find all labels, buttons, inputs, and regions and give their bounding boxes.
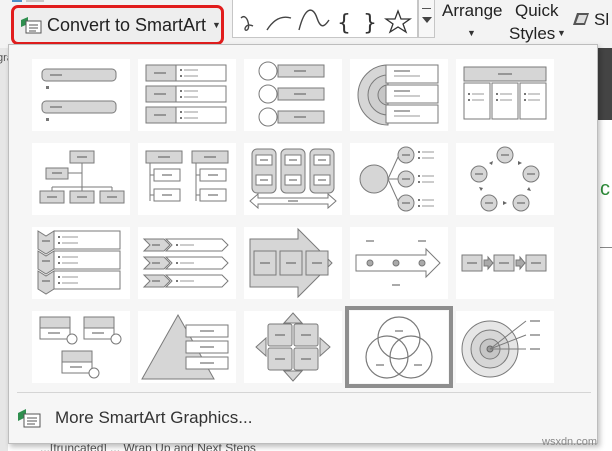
smartart-tile-vertical-tab-list[interactable] [244, 143, 342, 215]
svg-text:}: } [363, 11, 377, 36]
slide-image-fragment [598, 48, 612, 120]
quick-styles-button[interactable]: Quick [515, 1, 558, 21]
smartart-tile-vertical-bullet-list[interactable] [32, 59, 130, 131]
freeform-icon[interactable] [240, 16, 254, 31]
chevron-down-icon [422, 17, 432, 23]
left-brace-icon[interactable]: { [337, 11, 351, 36]
smartart-tile-organization-chart[interactable] [32, 143, 130, 215]
separator-icon [422, 8, 431, 9]
smartart-tile-matrix[interactable] [244, 311, 342, 383]
smartart-tile-horizontal-hierarchy-list[interactable] [138, 143, 236, 215]
convert-to-smartart-button[interactable]: Convert to SmartArt ▼ [11, 5, 224, 45]
shapes-more-button[interactable] [418, 0, 435, 38]
convert-to-smartart-label: Convert to SmartArt [47, 14, 207, 35]
arc-icon[interactable] [266, 16, 292, 31]
star-icon[interactable] [383, 9, 413, 34]
smartart-tile-basic-cycle[interactable] [456, 143, 554, 215]
svg-text:{: { [337, 11, 351, 36]
smartart-tile-vertical-chevron-list[interactable] [32, 227, 130, 299]
smartart-tile-basic-venn[interactable] [345, 306, 453, 388]
smartart-tile-vertical-circle-list[interactable] [244, 59, 342, 131]
smartart-tile-upward-arrow[interactable] [244, 227, 342, 299]
smartart-tile-basic-process[interactable] [456, 227, 554, 299]
smartart-tile-target[interactable] [456, 311, 554, 383]
ribbon: Convert to SmartArt ▼ { } Arrange ▼ Quic… [0, 0, 612, 48]
smartart-tile-timeline-arrow[interactable] [350, 227, 448, 299]
smartart-tile-horizontal-chevron-list[interactable] [138, 227, 236, 299]
smartart-tile-radial-list[interactable] [350, 143, 448, 215]
quick-styles-label-2: Styles [509, 24, 556, 43]
chevron-down-icon: ▼ [467, 28, 476, 38]
smartart-tile-vertical-box-list[interactable] [138, 59, 236, 131]
smartart-tile-pyramid-list[interactable] [138, 311, 236, 383]
arrange-button[interactable]: Arrange [442, 1, 502, 21]
right-brace-icon[interactable]: } [363, 11, 377, 36]
eraser-icon[interactable] [571, 10, 593, 28]
shapes-gallery[interactable]: { } [232, 0, 418, 38]
curve-icon[interactable] [298, 9, 330, 31]
more-smartart-graphics-label: More SmartArt Graphics... [55, 408, 253, 427]
watermark: wsxdn.com [542, 436, 598, 448]
smartart-tile-picture-list[interactable] [32, 311, 130, 383]
slide-heading-fragment: c [600, 178, 610, 200]
smartart-icon [18, 409, 41, 428]
smartart-dropdown-gallery: More SmartArt Graphics... [8, 44, 598, 444]
chevron-down-icon: ▼ [557, 28, 566, 38]
smartart-tile-target-list[interactable] [350, 59, 448, 131]
smartart-tile-table-list[interactable] [456, 59, 554, 131]
smartart-icon [21, 17, 42, 34]
document-margin [0, 48, 8, 451]
more-smartart-graphics-item[interactable]: More SmartArt Graphics... [17, 405, 252, 431]
slide-rule [600, 247, 612, 248]
gallery-separator [17, 392, 591, 393]
select-button[interactable]: Sl [594, 10, 609, 30]
chevron-down-icon: ▼ [212, 20, 221, 30]
